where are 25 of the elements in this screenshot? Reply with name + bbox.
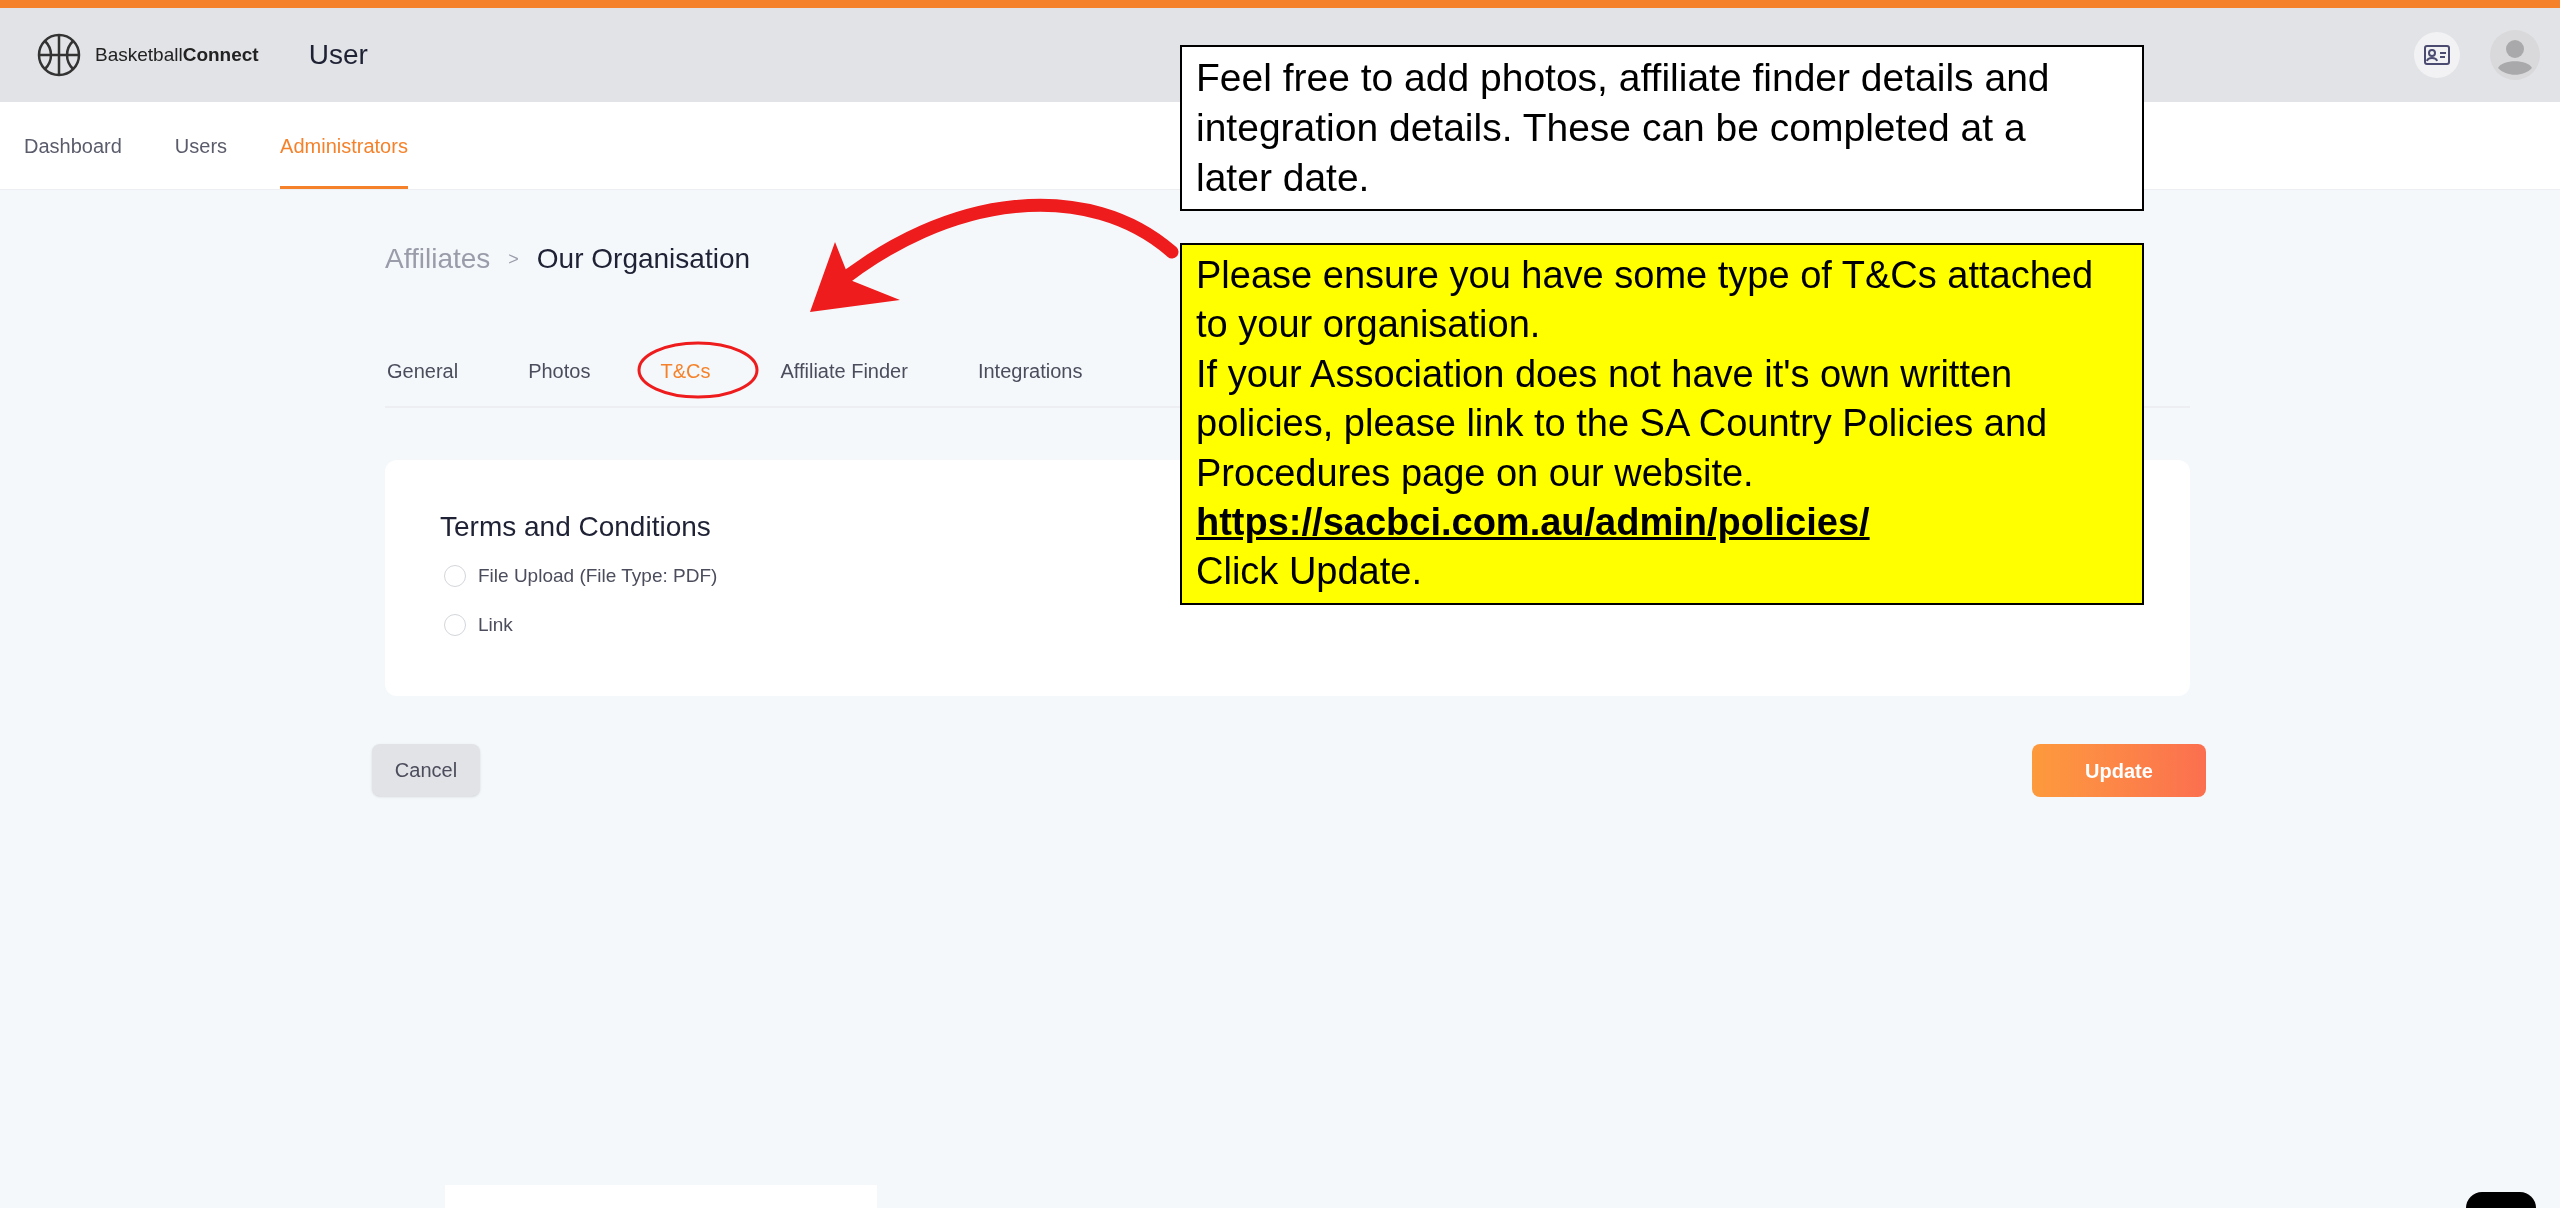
callout-text: Please ensure you have some type of T&Cs attached to your organisation. <box>1196 253 2095 348</box>
logo-text: BasketballConnect <box>95 42 259 67</box>
radio-button[interactable] <box>444 613 466 636</box>
radio-label: Link <box>478 612 513 637</box>
tab[interactable]: Affiliate Finder <box>780 356 908 386</box>
annotation-note: Feel free to add photos, affiliate finder details and integration details. These can be completed at a later date. <box>1180 45 2144 211</box>
chat-button[interactable] <box>2466 1192 2536 1208</box>
nav-tab[interactable]: Users <box>174 102 228 189</box>
radio-button[interactable] <box>444 565 466 588</box>
avatar-icon[interactable] <box>2490 30 2540 80</box>
policies-link[interactable]: https://sacbci.com.au/admin/policies/ <box>1196 497 2102 548</box>
breadcrumb-separator: > <box>508 247 519 271</box>
radio-label: File Upload (File Type: PDF) <box>478 564 718 588</box>
tab[interactable]: General <box>387 356 459 386</box>
callout-text: If your Association does not have it's own written policies, please link to the SA Country Policies and Procedures page on our website. <box>1196 351 2049 496</box>
tab[interactable]: Integrations <box>977 356 1083 386</box>
nav-tab[interactable]: Dashboard <box>24 102 122 189</box>
section-title: Terms and Conditions <box>440 510 711 544</box>
cancel-button[interactable]: Cancel <box>372 744 480 796</box>
tab[interactable]: Photos <box>528 356 591 386</box>
basketball-logo-icon <box>37 33 81 77</box>
breadcrumb-current: Our Organisation <box>536 242 751 276</box>
callout-text: Click Update. <box>1196 549 1423 595</box>
page-title: User <box>308 38 368 72</box>
contact-card-icon[interactable] <box>2414 32 2460 78</box>
